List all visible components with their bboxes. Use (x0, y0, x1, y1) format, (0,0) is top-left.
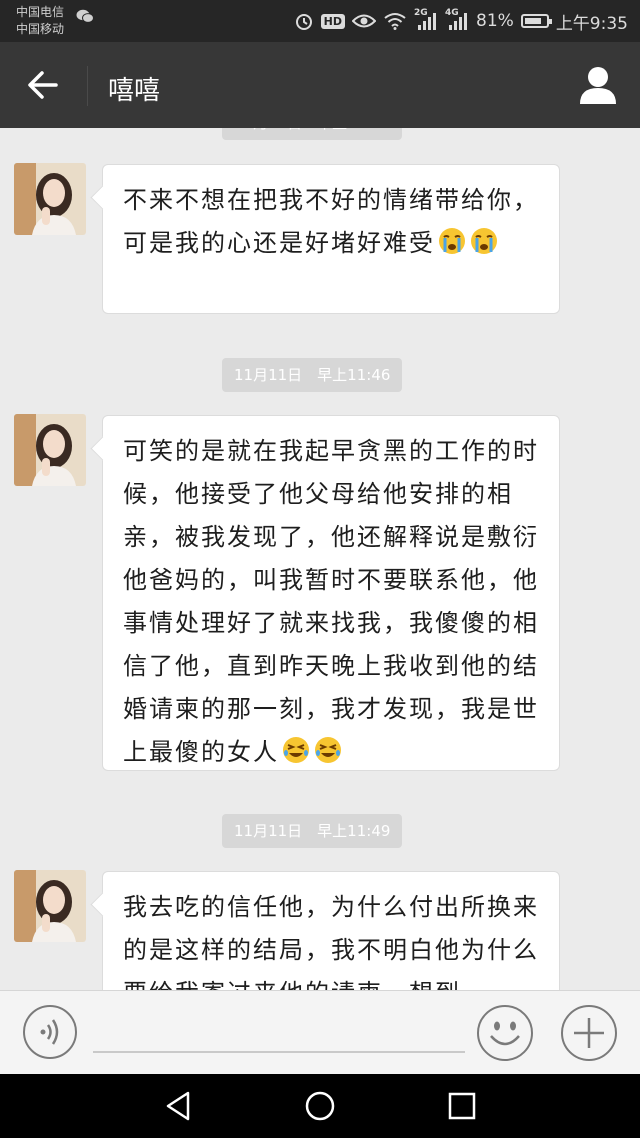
voice-input-icon[interactable] (22, 1004, 78, 1060)
avatar[interactable] (14, 163, 86, 235)
avatar[interactable] (14, 870, 86, 942)
cry-emoji-icon (439, 228, 465, 254)
contact-profile-icon[interactable] (578, 64, 618, 106)
tears-laugh-emoji-icon (283, 737, 309, 763)
message-bubble[interactable]: 可笑的是就在我起早贪黑的工作的时候，他接受了他父母给他安排的相亲，被我发现了，他… (102, 415, 560, 771)
nav-home-icon[interactable] (302, 1088, 338, 1124)
alarm-icon (295, 14, 312, 30)
message-list[interactable]: 11月11日 早上11:46 不来不想在把我不好的情绪带给你，可是我的心还是好堵… (0, 128, 640, 990)
header-divider (87, 66, 88, 106)
nav-recents-icon[interactable] (444, 1088, 480, 1124)
timestamp: 11月11日 早上11:49 (222, 814, 403, 848)
timestamp: 11月11日 早上11:46 (222, 128, 403, 140)
message-text: 我去吃的信任他，为什么付出所换来的是这样的结局，我不明白他为什么要给我寄过来他的… (123, 893, 539, 990)
eye-icon (352, 14, 377, 28)
signal-2: 4G (445, 8, 469, 31)
nav-back-icon[interactable] (160, 1088, 196, 1124)
wechat-notification-icon (76, 9, 94, 23)
battery-icon (520, 14, 552, 28)
avatar-photo (14, 870, 86, 942)
avatar-photo (14, 414, 86, 486)
clock: 上午9:35 (555, 13, 628, 34)
chat-title: 嘻嘻 (108, 76, 161, 106)
input-bar (0, 990, 640, 1075)
system-nav-bar (0, 1074, 640, 1138)
signal-1: 2G (414, 8, 438, 31)
carrier-info: 中国电信 中国移动 (16, 4, 64, 38)
more-options-plus-icon[interactable] (560, 1004, 618, 1062)
signal-bars-icon (418, 13, 437, 30)
battery-percent: 81% (476, 11, 514, 31)
chat-header: 嘻嘻 (0, 42, 640, 128)
timestamp: 11月11日 早上11:46 (222, 358, 403, 392)
message-bubble[interactable]: 不来不想在把我不好的情绪带给你，可是我的心还是好堵好难受 (102, 164, 560, 314)
carrier-name-1: 中国电信 (16, 5, 65, 19)
battery-fill (524, 18, 541, 24)
status-icons: HD 2G 4G 81% 上午9:35 (294, 8, 628, 34)
message-text: 可笑的是就在我起早贪黑的工作的时候，他接受了他父母给他安排的相亲，被我发现了，他… (123, 437, 539, 766)
wifi-icon (384, 13, 406, 30)
avatar-photo (14, 163, 86, 235)
status-bar: 中国电信 中国移动 HD 2G 4G 81% 上午9:35 (0, 0, 640, 42)
message-input[interactable] (93, 1005, 465, 1053)
avatar[interactable] (14, 414, 86, 486)
back-arrow-icon[interactable] (20, 65, 62, 105)
message-bubble[interactable]: 我去吃的信任他，为什么付出所换来的是这样的结局，我不明白他为什么要给我寄过来他的… (102, 871, 560, 990)
tears-laugh-emoji-icon (315, 737, 341, 763)
carrier-name-2: 中国移动 (16, 22, 65, 36)
signal-bars-icon (449, 13, 468, 30)
emoji-picker-icon[interactable] (476, 1004, 534, 1062)
cry-emoji-icon (471, 228, 497, 254)
hd-badge: HD (320, 13, 346, 29)
